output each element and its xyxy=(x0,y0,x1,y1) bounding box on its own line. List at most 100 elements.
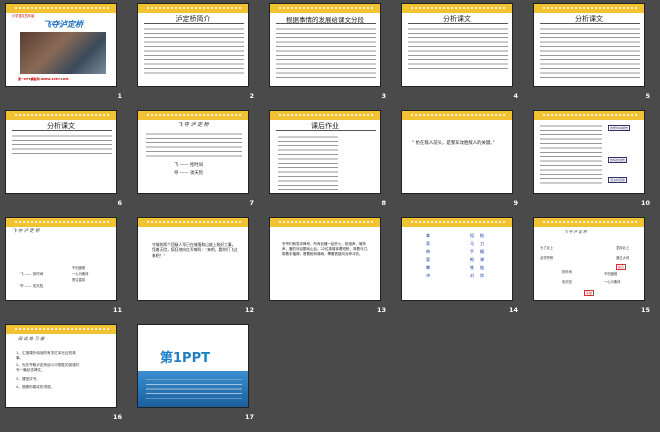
slide-11-line-2: 夺 —— 攻天险 xyxy=(20,284,44,288)
slide-thumbnail-3[interactable]: 根据事情的发展给课文分段 3 xyxy=(264,0,396,107)
slide-12-header-band xyxy=(138,218,248,227)
slide-14-char: 攀 xyxy=(426,265,430,270)
slide-14-char: 背 xyxy=(426,241,430,246)
slide-3-canvas[interactable]: 根据事情的发展给课文分段 xyxy=(269,3,381,87)
slide-11-note-2: 一心为集体 xyxy=(72,272,89,276)
slide-number: 1 xyxy=(117,92,122,100)
slide-sorter-grid: 小学语文四年级 飞夺泸定桥 第一PPT模板网-WWW.1PPT.COM 1 泸定… xyxy=(0,0,660,432)
slide-7-line-1: 飞 —— 抢时间 xyxy=(174,163,204,168)
slide-6-canvas[interactable]: 分析课文 xyxy=(5,110,117,194)
slide-14-canvas[interactable]: 拿背带冒攀冲 短马手枪铁对 枪刀榴弹链岸 xyxy=(401,217,513,301)
slide-4-canvas[interactable]: 分析课文 xyxy=(401,3,513,87)
slide-15-canvas[interactable]: 飞 夺 泸 定 桥 为了北上 必须夺桥 抢时间 攻天险 坚持北上 渡过大河 提高… xyxy=(533,217,645,301)
slide-16-item-1: 1、汇报课外阅读的有关红军长征的故事。 xyxy=(16,351,76,360)
slide-5-body-text xyxy=(540,26,640,80)
slide-number: 17 xyxy=(244,413,254,421)
slide-number: 6 xyxy=(117,199,122,207)
slide-11-note-1: 不怕困难 xyxy=(72,266,86,270)
slide-15-label-6: 渡过大河 xyxy=(616,256,630,260)
slide-15-label-7: 提高 xyxy=(616,264,627,270)
slide-thumbnail-15[interactable]: 飞 夺 泸 定 桥 为了北上 必须夺桥 抢时间 攻天险 坚持北上 渡过大河 提高… xyxy=(528,214,660,321)
slide-thumbnail-4[interactable]: 分析课文 4 xyxy=(396,0,528,107)
slide-14-char: 带 xyxy=(426,249,430,254)
slide-thumbnail-11[interactable]: 飞 夺 泸 定 桥 飞 —— 抢时间 夺 —— 攻天险 不怕困难 一心为集体 勇… xyxy=(0,214,132,321)
slide-12-text: 守城的两个团敌人早已在城墙和山坡上筑好工事。凭着天险，疯狂地向红军喊叫：“来吧，… xyxy=(152,242,238,258)
slide-10-canvas[interactable]: 向党中央报告 热情的鼓舞 坚决的回答 xyxy=(533,110,645,194)
slide-number: 8 xyxy=(381,199,386,207)
slide-15-label-3: 抢时间 xyxy=(562,270,572,274)
slide-17-blue-panel xyxy=(138,371,248,407)
slide-number: 5 xyxy=(645,92,650,100)
slide-6-body-text xyxy=(12,133,112,155)
slide-16-item-2: 2、为在夺取泸定桥战斗中牺牲的英雄们写一篇纪念碑文。 xyxy=(16,363,80,372)
slide-2-header-band xyxy=(138,4,248,13)
slide-6-header-band xyxy=(6,111,116,120)
slide-7-body-text xyxy=(146,131,242,157)
slide-thumbnail-8[interactable]: 课后作业 8 xyxy=(264,107,396,214)
slide-3-body-text xyxy=(276,26,376,80)
title-divider xyxy=(540,23,640,24)
slide-16-item-4: 4、观察你喜欢的词语。 xyxy=(16,385,55,389)
slide-7-canvas[interactable]: 飞 夺 泸 定 桥 飞 —— 抢时间 夺 —— 攻天险 xyxy=(137,110,249,194)
slide-17-canvas[interactable]: 第1PPT xyxy=(137,324,249,408)
slide-number: 12 xyxy=(244,306,254,314)
slide-number: 3 xyxy=(381,92,386,100)
slide-14-char: 手 xyxy=(470,249,474,254)
slide-16-canvas[interactable]: 阅 读 练 习 册 1、汇报课外阅读的有关红军长征的故事。 2、为在夺取泸定桥战… xyxy=(5,324,117,408)
slide-10-tag-3: 坚决的回答 xyxy=(608,177,628,183)
slide-1-canvas[interactable]: 小学语文四年级 飞夺泸定桥 第一PPT模板网-WWW.1PPT.COM xyxy=(5,3,117,87)
slide-number: 4 xyxy=(513,92,518,100)
slide-15-label-1: 为了北上 xyxy=(540,246,554,250)
slide-11-note-3: 勇往直前 xyxy=(72,278,86,282)
slide-thumbnail-17[interactable]: 第1PPT 17 xyxy=(132,321,264,428)
slide-thumbnail-5[interactable]: 分析课文 5 xyxy=(528,0,660,107)
slide-15-label-10: 一心为集体 xyxy=(604,280,621,284)
slide-number: 13 xyxy=(376,306,386,314)
slide-11-canvas[interactable]: 飞 夺 泸 定 桥 飞 —— 抢时间 夺 —— 攻天险 不怕困难 一心为集体 勇… xyxy=(5,217,117,301)
slide-13-canvas[interactable]: 冬爷们和党冲锋号，所有武器一起开火，枪炮声、喊杀声、震的河谷颤动山谷。22位英雄… xyxy=(269,217,381,301)
slide-thumbnail-7[interactable]: 飞 夺 泸 定 桥 飞 —— 抢时间 夺 —— 攻天险 7 xyxy=(132,107,264,214)
slide-13-header-band xyxy=(270,218,380,227)
slide-10-tag-1: 向党中央报告 xyxy=(608,125,631,131)
slide-15-label-4: 攻天险 xyxy=(562,280,572,284)
slide-thumbnail-2[interactable]: 泸定桥简介 2 xyxy=(132,0,264,107)
slide-13-text: 冬爷们和党冲锋号，所有武器一起开火，枪炮声、喊杀声、震的河谷颤动山谷。22位英雄… xyxy=(282,242,371,256)
slide-2-canvas[interactable]: 泸定桥简介 xyxy=(137,3,249,87)
slide-thumbnail-9[interactable]: “ 抢在敌人前头，是我军攻胜敌人的关键。” 9 xyxy=(396,107,528,214)
slide-thumbnail-6[interactable]: 分析课文 6 xyxy=(0,107,132,214)
slide-thumbnail-16[interactable]: 阅 读 练 习 册 1、汇报课外阅读的有关红军长征的故事。 2、为在夺取泸定桥战… xyxy=(0,321,132,428)
slide-thumbnail-13[interactable]: 冬爷们和党冲锋号，所有武器一起开火，枪炮声、喊杀声、震的河谷颤动山谷。22位英雄… xyxy=(264,214,396,321)
slide-11-line-1: 飞 —— 抢时间 xyxy=(20,272,44,276)
slide-14-char: 冒 xyxy=(426,257,430,262)
slide-14-char: 冲 xyxy=(426,273,430,278)
slide-15-label-9: 英雄 xyxy=(584,290,595,296)
slide-8-body-text xyxy=(278,134,338,190)
title-divider xyxy=(144,23,244,24)
slide-number: 9 xyxy=(513,199,518,207)
slide-14-char: 链 xyxy=(480,265,484,270)
slide-12-canvas[interactable]: 守城的两个团敌人早已在城墙和山坡上筑好工事。凭着天险，疯狂地向红军喊叫：“来吧，… xyxy=(137,217,249,301)
slide-16-title: 阅 读 练 习 册 xyxy=(18,336,45,341)
slide-14-char: 榴 xyxy=(480,249,484,254)
slide-15-header-band xyxy=(534,218,644,227)
slide-14-char: 弹 xyxy=(480,257,484,262)
title-divider xyxy=(408,23,508,24)
slide-thumbnail-10[interactable]: 向党中央报告 热情的鼓舞 坚决的回答 10 xyxy=(528,107,660,214)
slide-thumbnail-12[interactable]: 守城的两个团敌人早已在城墙和山坡上筑好工事。凭着天险，疯狂地向红军喊叫：“来吧，… xyxy=(132,214,264,321)
slide-thumbnail-14[interactable]: 拿背带冒攀冲 短马手枪铁对 枪刀榴弹链岸 14 xyxy=(396,214,528,321)
slide-1-header-band xyxy=(6,4,116,13)
slide-8-canvas[interactable]: 课后作业 xyxy=(269,110,381,194)
slide-10-tag-2: 热情的鼓舞 xyxy=(608,157,628,163)
slide-5-canvas[interactable]: 分析课文 xyxy=(533,3,645,87)
slide-4-header-band xyxy=(402,4,512,13)
slide-17-logo: 第1PPT xyxy=(160,351,210,366)
slide-9-canvas[interactable]: “ 抢在敌人前头，是我军攻胜敌人的关键。” xyxy=(401,110,513,194)
slide-9-quote: “ 抢在敌人前头，是我军攻胜敌人的关键。” xyxy=(412,141,495,146)
slide-1-footer: 第一PPT模板网-WWW.1PPT.COM xyxy=(18,77,69,81)
slide-7-title: 飞 夺 泸 定 桥 xyxy=(177,122,209,128)
slide-thumbnail-1[interactable]: 小学语文四年级 飞夺泸定桥 第一PPT模板网-WWW.1PPT.COM 1 xyxy=(0,0,132,107)
slide-15-title: 飞 夺 泸 定 桥 xyxy=(564,230,587,234)
slide-14-char: 枪 xyxy=(480,233,484,238)
slide-number: 10 xyxy=(640,199,650,207)
slide-number: 7 xyxy=(249,199,254,207)
